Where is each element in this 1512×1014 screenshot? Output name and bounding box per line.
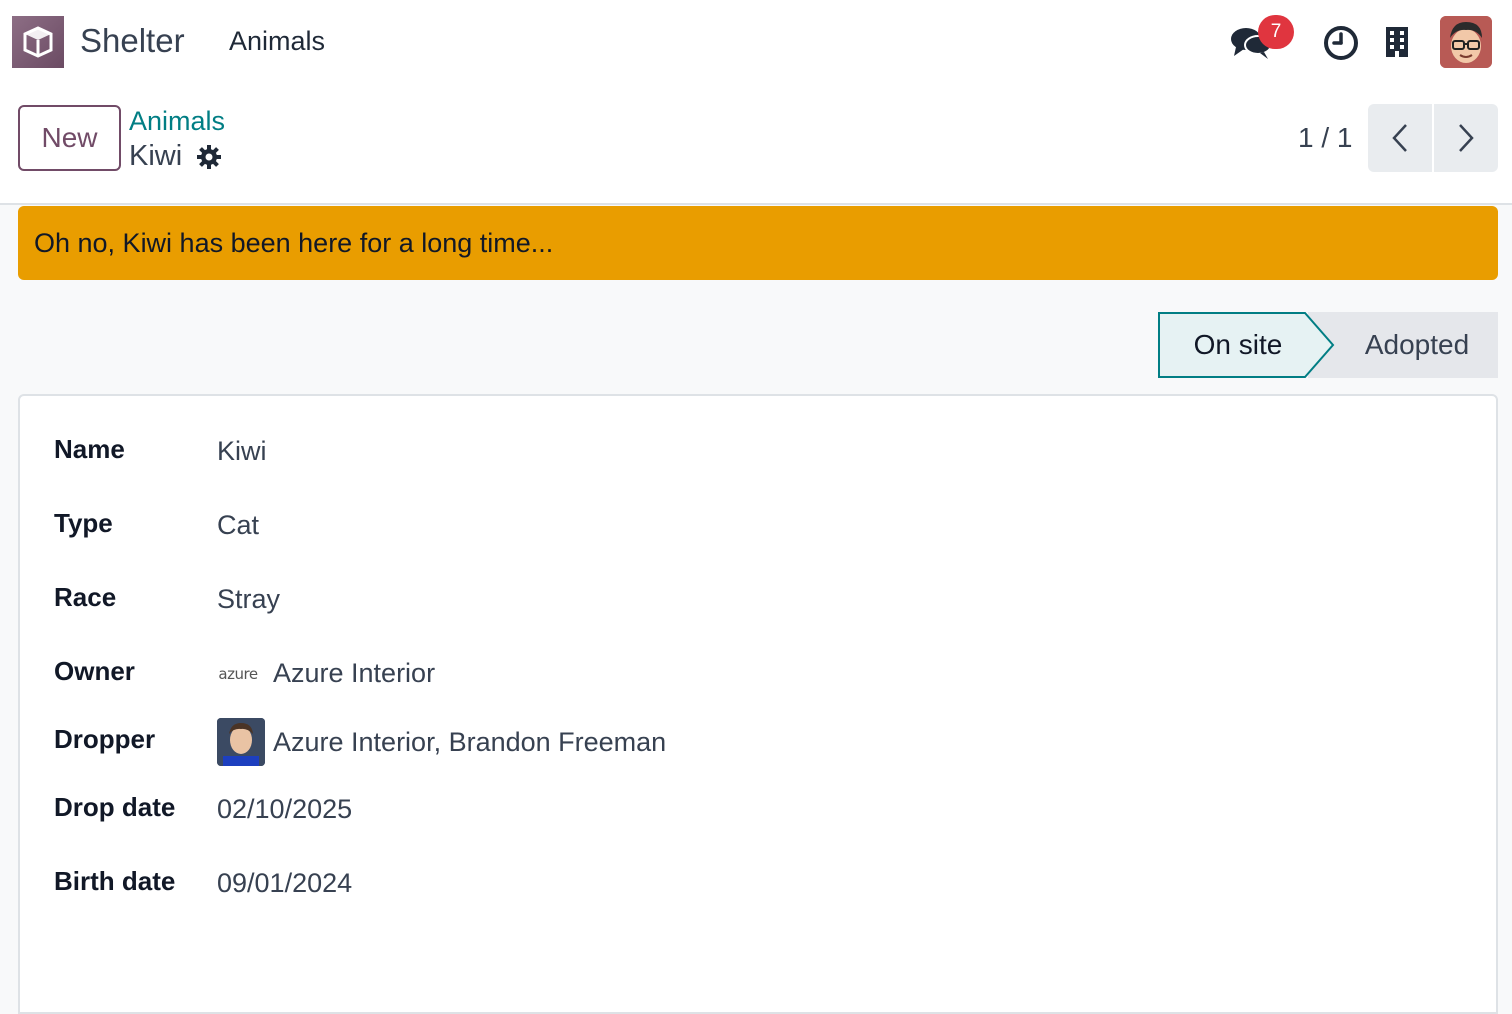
statusbar: Adopted On site (1158, 312, 1498, 378)
control-panel: New Animals Kiwi 1 / 1 (0, 84, 1512, 205)
field-value-race[interactable]: Stray (217, 584, 280, 615)
form-sheet: Name Kiwi Type Cat Race Stray Owner azur… (18, 394, 1498, 1014)
field-value-owner[interactable]: azure Azure Interior (217, 658, 435, 689)
gear-icon[interactable] (196, 144, 222, 170)
owner-name[interactable]: Azure Interior (273, 658, 435, 689)
top-navbar: Shelter Animals 7 (0, 0, 1512, 84)
field-value-type[interactable]: Cat (217, 510, 259, 541)
chevron-right-icon (1459, 124, 1474, 152)
azure-company-logo: azure (218, 664, 258, 683)
record-title: Kiwi (129, 140, 183, 172)
field-value-dropper[interactable]: Azure Interior, Brandon Freeman (217, 718, 666, 766)
field-value-name[interactable]: Kiwi (217, 436, 267, 467)
pager-next-button[interactable] (1434, 104, 1498, 172)
field-label-dropper: Dropper (54, 724, 156, 754)
field-label-type: Type (54, 508, 113, 538)
chevron-left-icon (1392, 124, 1407, 152)
field-label-name: Name (54, 434, 125, 464)
app-name[interactable]: Shelter (80, 22, 185, 60)
user-avatar[interactable] (1440, 16, 1492, 68)
field-label-drop-date: Drop date (54, 792, 176, 822)
menu-item-animals[interactable]: Animals (229, 26, 325, 57)
field-value-birth-date[interactable]: 09/01/2024 (217, 868, 352, 899)
field-label-birth-date: Birth date (54, 866, 176, 896)
field-label-owner: Owner (54, 656, 135, 686)
breadcrumb-current: Kiwi (129, 140, 222, 173)
breadcrumb-animals[interactable]: Animals (129, 106, 225, 137)
dropper-avatar (217, 718, 265, 766)
app-logo-icon[interactable] (12, 16, 64, 68)
new-button[interactable]: New (18, 105, 121, 171)
message-count-badge: 7 (1258, 15, 1294, 49)
clock-icon[interactable] (1322, 24, 1360, 62)
pager-previous-button[interactable] (1368, 104, 1432, 172)
long-stay-alert: Oh no, Kiwi has been here for a long tim… (18, 206, 1498, 280)
building-icon[interactable] (1383, 24, 1411, 60)
dropper-name[interactable]: Azure Interior, Brandon Freeman (273, 727, 666, 758)
field-value-drop-date[interactable]: 02/10/2025 (217, 794, 352, 825)
stage-adopted[interactable]: Adopted (1308, 312, 1498, 378)
pager-value[interactable]: 1 / 1 (1298, 122, 1352, 154)
stage-on-site[interactable]: On site (1158, 312, 1318, 378)
field-label-race: Race (54, 582, 117, 612)
